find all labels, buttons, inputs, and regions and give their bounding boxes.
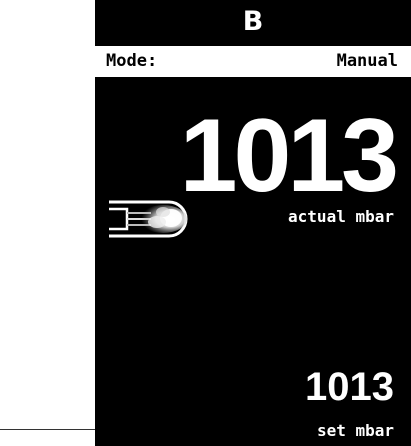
controller-display: B Mode: Manual 1013 actual mbar 1013 set… bbox=[95, 0, 411, 446]
actual-pressure-value: 1013 bbox=[179, 98, 399, 214]
actual-pressure-unit: actual mbar bbox=[288, 207, 394, 226]
mode-value: Manual bbox=[336, 51, 398, 71]
vent-flow-icon bbox=[109, 200, 188, 238]
setpoint-unit: set mbar bbox=[316, 421, 394, 440]
mode-bar: Mode: Manual bbox=[95, 46, 411, 77]
channel-title: B bbox=[242, 6, 264, 37]
mode-label: Mode: bbox=[106, 51, 158, 71]
setpoint-value: 1013 bbox=[305, 365, 394, 409]
callout-line bbox=[0, 429, 95, 430]
